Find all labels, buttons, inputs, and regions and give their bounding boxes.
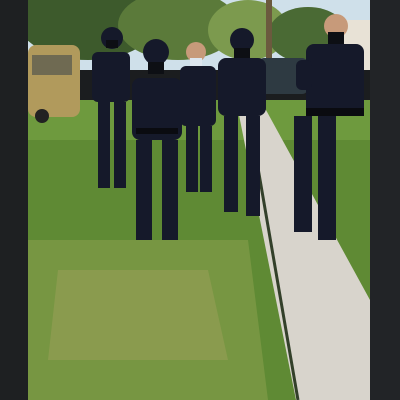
photo-scene bbox=[28, 0, 370, 400]
video-frame bbox=[0, 0, 400, 400]
van bbox=[28, 45, 80, 123]
pillarbox-left bbox=[0, 0, 28, 400]
pillarbox-right bbox=[370, 0, 400, 400]
scene-illustration bbox=[28, 0, 370, 400]
